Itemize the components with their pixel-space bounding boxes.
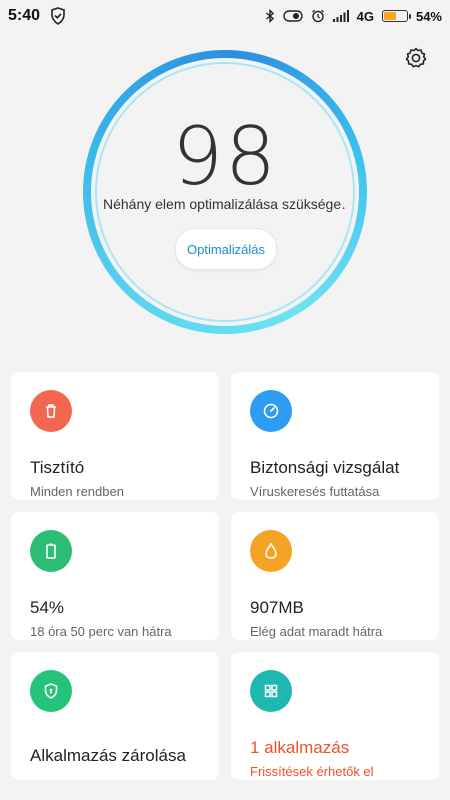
lock-shield-icon [30,670,72,712]
battery-percent: 54% [415,8,442,24]
card-title: Tisztító [30,458,85,477]
apps-grid-icon [250,670,292,712]
trash-icon [30,390,72,432]
card-subtitle: Víruskeresés futtatása [250,484,380,499]
settings-gear-icon[interactable] [402,44,430,72]
card-subtitle: Frissítések érhetők el [250,764,374,779]
network-type: 4G [356,8,374,24]
card-subtitle: Elég adat maradt hátra [250,624,383,639]
battery-icon [381,10,411,22]
drop-icon [250,530,292,572]
card-battery[interactable]: 54% 18 óra 50 perc van hátra [11,512,219,640]
card-cleaner[interactable]: Tisztító Minden rendben [11,372,219,500]
shield-check-icon [50,7,66,25]
score-status-text: Néhány elem optimalizálása szüksége… [103,196,347,212]
card-app-updates[interactable]: 1 alkalmazás Frissítések érhetők el [231,652,439,780]
card-subtitle: 18 óra 50 perc van hátra [30,624,172,639]
card-subtitle: Minden rendben [30,484,124,499]
score-circle: 98 Néhány elem optimalizálása szüksége… … [83,50,367,334]
speedometer-icon [250,390,292,432]
card-title: 54% [30,598,65,617]
card-title: Biztonsági vizsgálat [250,458,400,477]
card-app-lock[interactable]: Alkalmazás zárolása [11,652,219,780]
card-title: Alkalmazás zárolása [30,746,186,765]
alarm-icon [311,9,325,23]
card-title: 907MB [250,598,304,617]
optimize-button[interactable]: Optimalizálás [175,228,277,270]
clock: 5:40 [8,7,41,24]
score-value: 98 [172,110,278,203]
card-title: 1 alkalmazás [250,738,350,757]
card-data-usage[interactable]: 907MB Elég adat maradt hátra [231,512,439,640]
card-security-scan[interactable]: Biztonsági vizsgálat Víruskeresés futtat… [231,372,439,500]
battery-level-fill [383,12,396,20]
signal-icon [332,10,349,22]
toggle-icon [282,10,303,22]
battery-card-icon [30,530,72,572]
status-bar: 5:40 4G 54% [0,0,450,32]
bluetooth-icon [265,9,275,23]
